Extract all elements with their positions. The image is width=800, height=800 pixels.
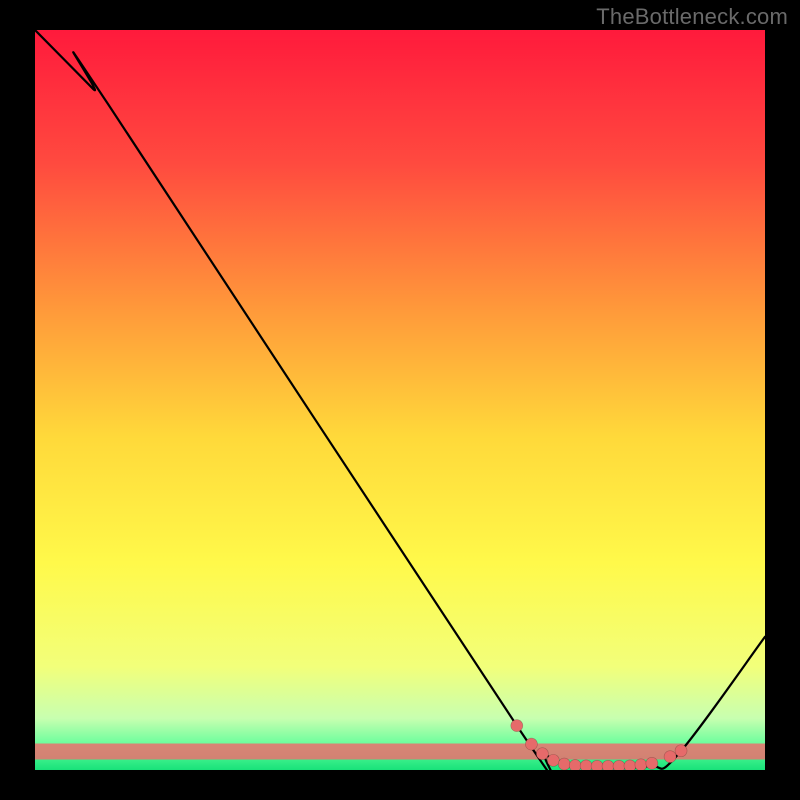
curve-marker: [536, 748, 548, 760]
gradient-background: [35, 30, 765, 770]
watermark-text: TheBottleneck.com: [596, 4, 788, 30]
curve-marker: [675, 745, 687, 757]
curve-marker: [591, 760, 603, 772]
curve-marker: [525, 738, 537, 750]
curve-marker: [635, 759, 647, 771]
curve-marker: [646, 757, 658, 769]
curve-marker: [664, 751, 676, 763]
curve-marker: [624, 760, 636, 772]
curve-marker: [613, 760, 625, 772]
chart-svg: [0, 0, 800, 800]
curve-marker: [511, 720, 523, 732]
curve-marker: [602, 760, 614, 772]
curve-marker: [569, 760, 581, 772]
chart-frame: TheBottleneck.com: [0, 0, 800, 800]
curve-marker: [580, 760, 592, 772]
curve-marker: [558, 758, 570, 770]
curve-marker: [547, 754, 559, 766]
optimal-band: [35, 744, 765, 760]
